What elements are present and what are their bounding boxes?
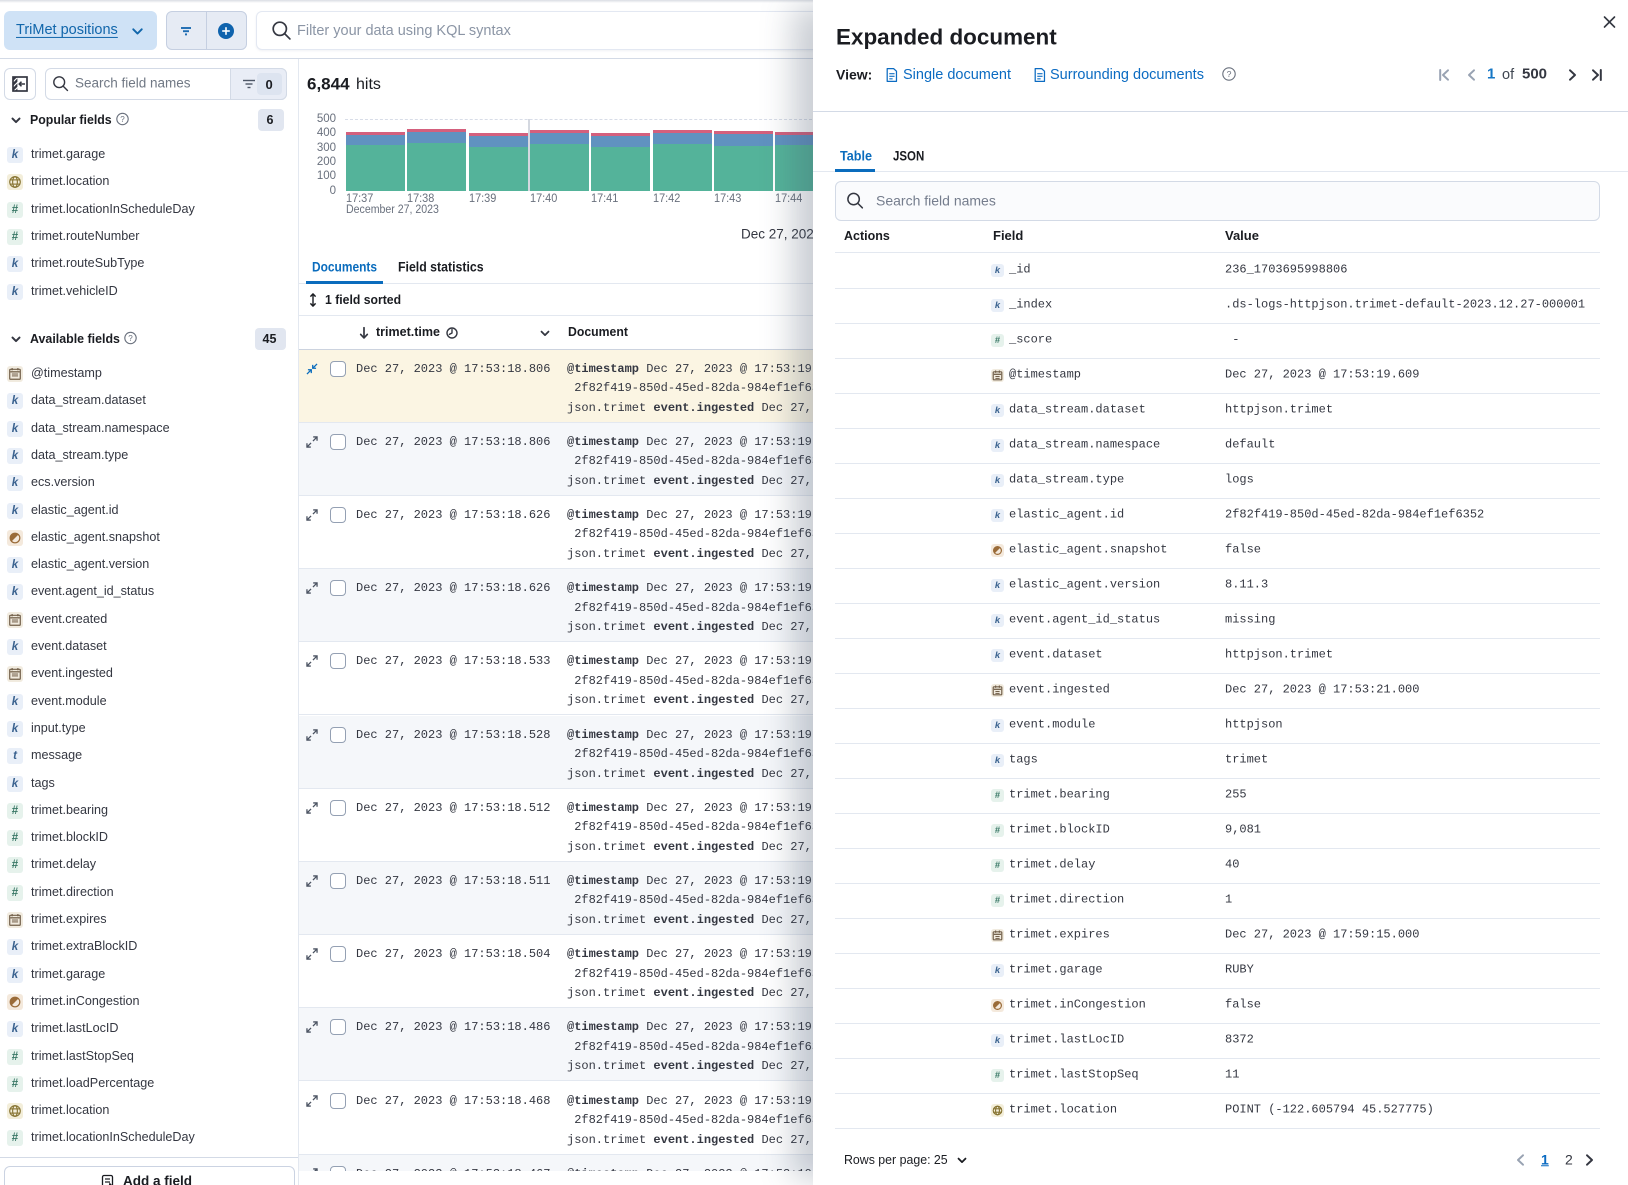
svg-text:?: ? [120, 115, 125, 124]
svg-text:?: ? [1227, 69, 1232, 79]
svg-text:?: ? [128, 334, 133, 343]
